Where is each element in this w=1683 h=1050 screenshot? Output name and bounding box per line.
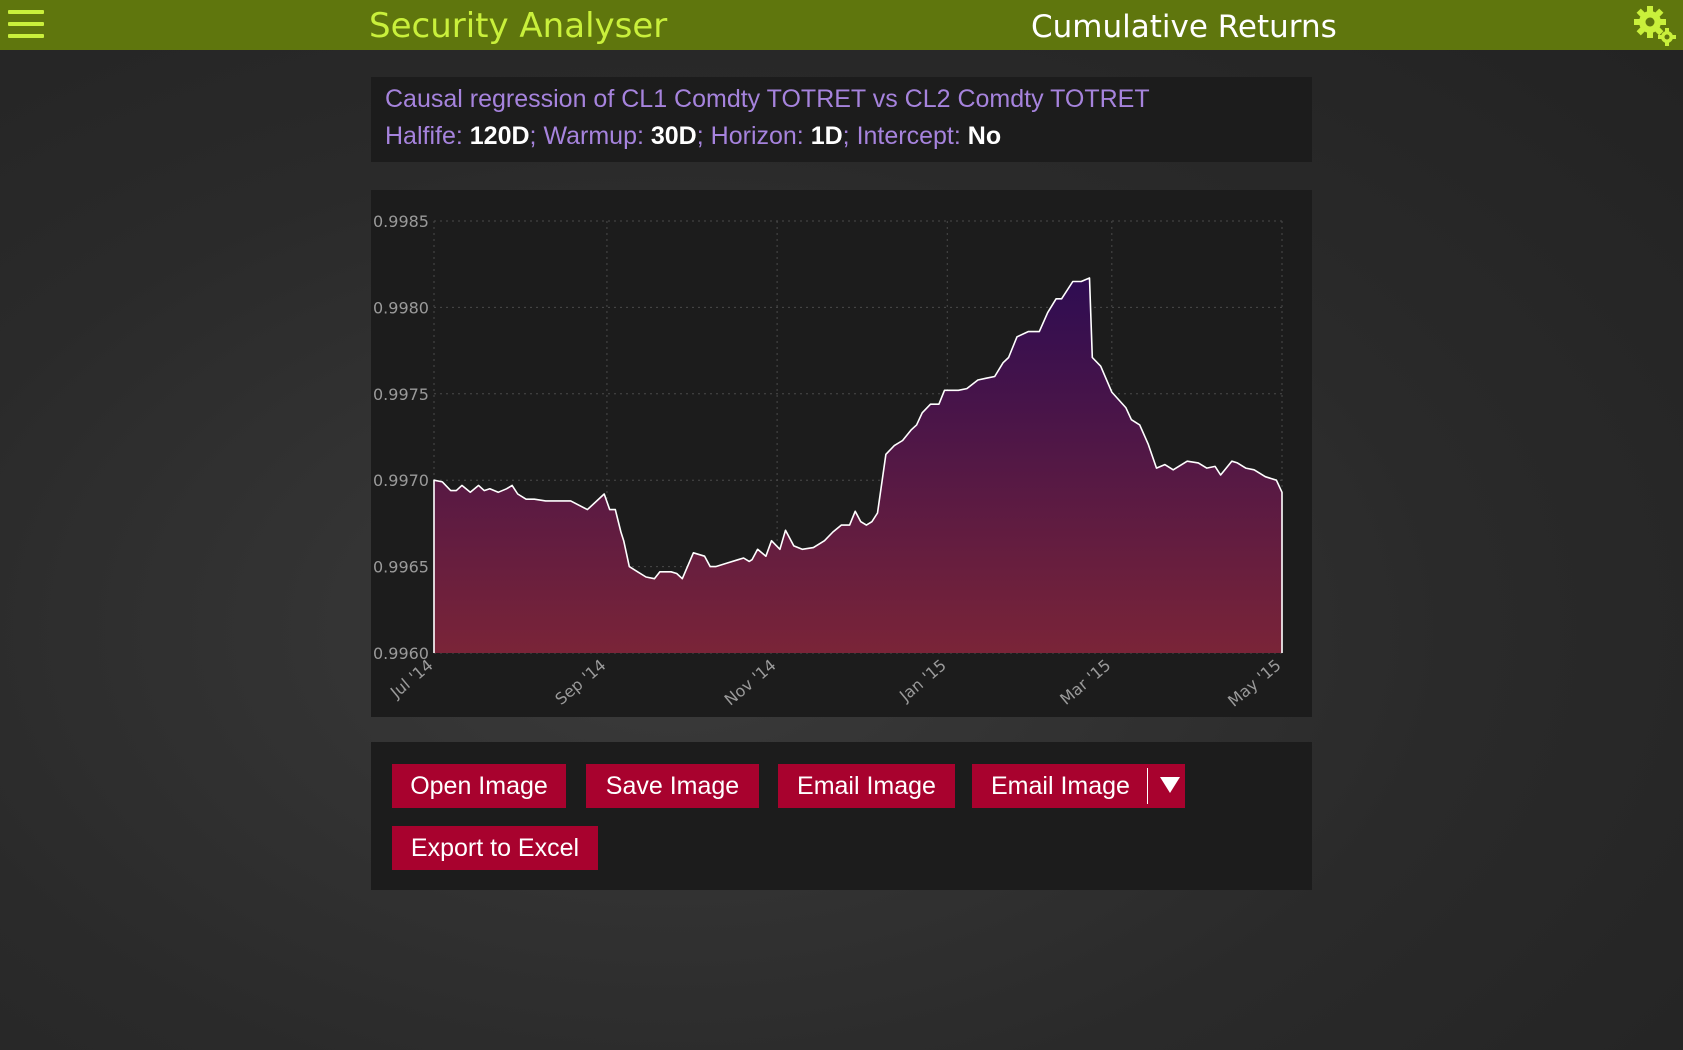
email-image-dropdown-label: Email Image (991, 771, 1130, 800)
regression-title: Causal regression of CL1 Comdty TOTRET v… (385, 85, 1150, 113)
x-tick-label: Mar '15 (1056, 656, 1114, 709)
button-divider (1147, 768, 1148, 804)
y-tick-label: 0.9975 (373, 385, 429, 404)
param-separator: ; (696, 122, 704, 150)
export-to-excel-button[interactable]: Export to Excel (392, 826, 598, 870)
intercept-label: Intercept: (856, 122, 961, 150)
page-title: Cumulative Returns (1031, 9, 1337, 45)
halflife-value: 120D (469, 122, 530, 150)
settings-gear-icon[interactable] (1632, 4, 1678, 48)
cumulative-returns-chart: 0.9960 0.9965 0.9970 0.9975 0.9980 0.9985 Jul … (371, 190, 1312, 717)
x-tick-label: Nov '14 (721, 656, 780, 710)
actions-panel: Open Image Save Image Email Image Email … (371, 742, 1312, 890)
y-tick-label: 0.9970 (373, 471, 429, 490)
hamburger-menu-icon[interactable] (8, 10, 44, 40)
email-image-dropdown-button[interactable]: Email Image (972, 764, 1185, 808)
y-tick-label: 0.9985 (373, 212, 429, 231)
warmup-value: 30D (650, 122, 697, 150)
y-tick-label: 0.9980 (373, 298, 429, 317)
open-image-button[interactable]: Open Image (392, 764, 566, 808)
dropdown-caret-icon[interactable] (1159, 775, 1181, 795)
warmup-label: Warmup: (543, 122, 644, 150)
x-tick-label: Jan '15 (895, 656, 950, 706)
chart-svg: 0.99600.99650.99700.99750.99800.9985Jul … (373, 212, 1285, 711)
app-title: Security Analyser (369, 6, 668, 46)
param-separator: ; (529, 122, 537, 150)
horizon-value: 1D (810, 122, 843, 150)
email-image-button[interactable]: Email Image (778, 764, 955, 808)
param-separator: ; (842, 122, 850, 150)
regression-params: Halfife: 120D; Warmup: 30D; Horizon: 1D;… (385, 122, 1001, 151)
y-tick-label: 0.9965 (373, 558, 429, 577)
halflife-label: Halfife: (385, 122, 463, 150)
save-image-button[interactable]: Save Image (586, 764, 759, 808)
x-tick-label: Sep '14 (551, 656, 609, 709)
regression-info-panel: Causal regression of CL1 Comdty TOTRET v… (371, 77, 1312, 162)
top-bar: Security Analyser Cumulative Returns (0, 0, 1683, 50)
x-tick-label: May '15 (1224, 656, 1284, 711)
horizon-label: Horizon: (710, 122, 804, 150)
intercept-value: No (967, 122, 1002, 150)
